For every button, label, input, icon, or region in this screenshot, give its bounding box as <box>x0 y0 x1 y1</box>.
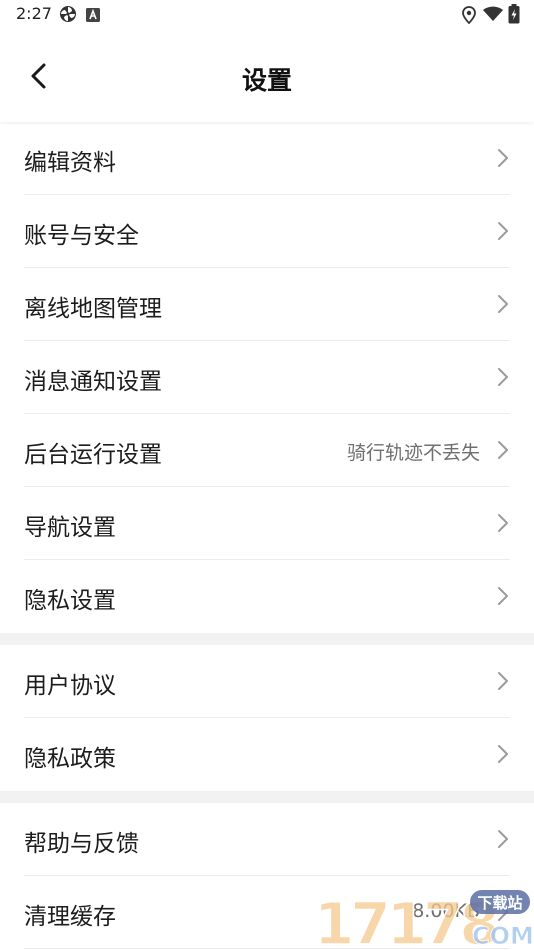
group-divider <box>0 633 534 645</box>
row-label: 编辑资料 <box>24 150 116 176</box>
row-label: 清理缓存 <box>24 904 116 930</box>
settings-row-background-run[interactable]: 后台运行设置 骑行轨迹不丢失 <box>24 414 510 487</box>
row-label: 导航设置 <box>24 515 116 541</box>
group-divider <box>0 791 534 803</box>
row-label: 隐私设置 <box>24 588 116 614</box>
watermark-digits: 17178 <box>314 890 496 950</box>
status-bar: 2:27 <box>0 0 534 30</box>
settings-group-legal: 用户协议 隐私政策 <box>0 645 534 791</box>
chevron-right-icon <box>498 587 508 605</box>
chevron-right-icon <box>498 745 508 763</box>
row-label: 帮助与反馈 <box>24 831 139 857</box>
wifi-icon <box>483 6 503 26</box>
settings-row-offline-maps[interactable]: 离线地图管理 <box>24 268 510 341</box>
settings-row-navigation[interactable]: 导航设置 <box>24 487 510 560</box>
location-icon <box>462 6 476 28</box>
chevron-right-icon <box>498 830 508 848</box>
chevron-right-icon <box>498 441 508 459</box>
chevron-right-icon <box>498 222 508 240</box>
pinwheel-icon <box>59 5 77 27</box>
row-label: 离线地图管理 <box>24 296 162 322</box>
settings-row-privacy-settings[interactable]: 隐私设置 <box>24 560 510 633</box>
watermark-badge: 下载站 <box>477 894 522 912</box>
row-label: 账号与安全 <box>24 223 139 249</box>
settings-row-edit-profile[interactable]: 编辑资料 <box>24 122 510 195</box>
chevron-right-icon <box>498 295 508 313</box>
site-watermark-logo: 17178 下载站 COM <box>308 886 534 950</box>
status-time: 2:27 <box>16 4 52 23</box>
a-badge-icon <box>86 7 100 26</box>
row-label: 后台运行设置 <box>24 442 162 468</box>
battery-icon <box>508 4 520 28</box>
page-title: 设置 <box>241 66 292 95</box>
settings-row-account-security[interactable]: 账号与安全 <box>24 195 510 268</box>
chevron-right-icon <box>498 149 508 167</box>
settings-row-privacy-policy[interactable]: 隐私政策 <box>24 718 510 791</box>
row-label: 隐私政策 <box>24 746 116 772</box>
settings-group-account: 编辑资料 账号与安全 离线地图管理 消息通知设置 后台运行设置 骑行轨迹不丢失 … <box>0 122 534 633</box>
row-value: 骑行轨迹不丢失 <box>346 442 480 464</box>
settings-row-help-feedback[interactable]: 帮助与反馈 <box>24 803 510 876</box>
chevron-right-icon <box>498 672 508 690</box>
nav-bar: 设置 <box>0 30 534 122</box>
settings-row-notifications[interactable]: 消息通知设置 <box>24 341 510 414</box>
settings-row-user-agreement[interactable]: 用户协议 <box>24 645 510 718</box>
chevron-right-icon <box>498 514 508 532</box>
watermark-suffix: COM <box>472 922 534 950</box>
row-label: 消息通知设置 <box>24 369 162 395</box>
row-label: 用户协议 <box>24 673 116 699</box>
settings-list: 编辑资料 账号与安全 离线地图管理 消息通知设置 后台运行设置 骑行轨迹不丢失 … <box>0 122 534 949</box>
chevron-right-icon <box>498 368 508 386</box>
